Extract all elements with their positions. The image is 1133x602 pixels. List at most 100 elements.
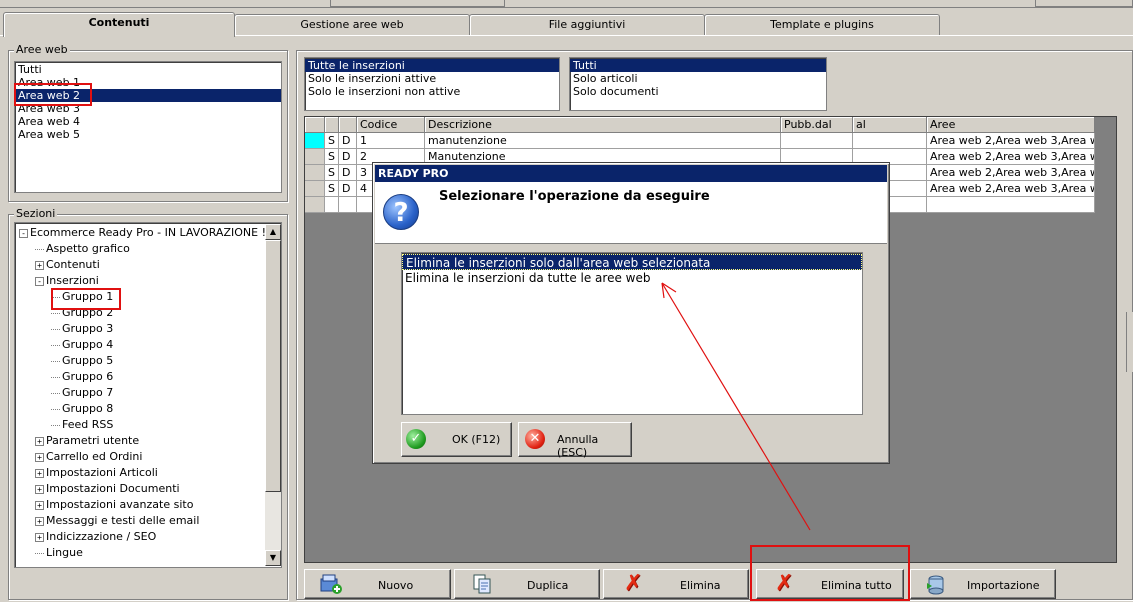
tree-node[interactable]: Lingue [35,545,83,561]
grid-cell[interactable]: D [339,133,357,149]
new-icon [319,573,343,595]
grid-cell[interactable] [927,197,1095,213]
grid-cell[interactable] [305,133,325,149]
cancel-button[interactable]: ✕ Annulla (ESC) [518,422,632,459]
importazione-button[interactable]: Importazione [910,569,1056,599]
duplica-button[interactable]: Duplica [454,569,600,599]
grid-cell[interactable]: 1 [357,133,425,149]
grid-cell[interactable]: S [325,181,339,197]
aree-web-item[interactable]: Area web 5 [15,128,281,141]
grid-cell[interactable]: S [325,149,339,165]
filter-type-item[interactable]: Solo articoli [570,72,826,85]
column-header[interactable]: Aree [927,117,1095,133]
tab-gestione-aree-web[interactable]: Gestione aree web [234,14,470,36]
expand-icon[interactable]: + [35,260,44,270]
side-splitter[interactable] [1126,312,1133,372]
tree-node[interactable]: + Messaggi e testi delle email [35,513,199,529]
collapse-icon[interactable]: - [19,228,28,238]
top-button-left[interactable] [330,0,505,7]
importazione-label: Importazione [967,579,1040,592]
grid-cell[interactable] [305,165,325,181]
filter-status-item[interactable]: Solo le inserzioni non attive [305,85,559,98]
delete-icon: ✗ [624,571,643,596]
collapse-icon[interactable]: - [35,276,44,286]
grid-cell[interactable]: Area web 2,Area web 3,Area w... [927,149,1095,165]
tree-node[interactable]: + Indicizzazione / SEO [35,529,156,545]
grid-cell[interactable]: D [339,149,357,165]
filter-status-list[interactable]: Tutte le inserzioni Solo le inserzioni a… [304,57,560,111]
tree-node[interactable]: + Contenuti [35,257,100,273]
elimina-button[interactable]: ✗ Elimina [603,569,749,599]
expand-icon[interactable]: + [35,436,44,446]
scroll-up-icon[interactable]: ▲ [265,224,281,240]
tab-contenuti[interactable]: Contenuti [3,12,235,37]
grid-cell[interactable] [781,133,853,149]
grid-cell[interactable]: Area web 2,Area web 3,Area w... [927,165,1095,181]
tree-node[interactable]: Feed RSS [51,417,113,433]
expand-icon[interactable]: + [35,468,44,478]
aree-web-list[interactable]: Tutti Area web 1 Area web 2 Area web 3 A… [14,61,282,193]
grid-cell[interactable]: S [325,165,339,181]
column-header[interactable]: Pubb.dal [781,117,853,133]
tree-node[interactable]: Gruppo 5 [51,353,113,369]
dialog-header: ? Selezionare l'operazione da eseguire [375,182,887,244]
tab-file-aggiuntivi[interactable]: File aggiuntivi [469,14,705,36]
tree-node[interactable]: Gruppo 6 [51,369,113,385]
tree-node[interactable]: + Impostazioni Articoli [35,465,158,481]
question-icon: ? [383,194,419,230]
column-header[interactable]: Codice [357,117,425,133]
grid-cell[interactable] [853,133,927,149]
filter-type-list[interactable]: Tutti Solo articoli Solo documenti [569,57,827,111]
column-header[interactable]: al [853,117,927,133]
filter-status-item[interactable]: Solo le inserzioni attive [305,72,559,85]
filter-type-item-selected[interactable]: Tutti [570,59,826,72]
top-button-right[interactable] [1035,0,1133,7]
grid-cell[interactable] [305,181,325,197]
scroll-down-icon[interactable]: ▼ [265,550,281,566]
tree-node[interactable]: Gruppo 3 [51,321,113,337]
column-header[interactable]: Descrizione [425,117,781,133]
tree-node[interactable]: + Impostazioni avanzate sito [35,497,193,513]
expand-icon[interactable]: + [35,516,44,526]
tree-node[interactable]: Gruppo 4 [51,337,113,353]
sezioni-scrollbar[interactable]: ▲ ▼ [265,224,281,566]
dialog-option[interactable]: Elimina le inserzioni da tutte le aree w… [402,270,862,286]
sezioni-tree[interactable]: - Ecommerce Ready Pro - IN LAVORAZIONE !!… [14,222,282,568]
tree-node[interactable]: + Impostazioni Documenti [35,481,180,497]
ok-button[interactable]: ✓ OK (F12) [401,422,512,457]
aree-web-item[interactable]: Tutti [15,63,281,76]
grid-cell[interactable]: S [325,133,339,149]
grid-cell[interactable]: Area web 2,Area web 3,Area w... [927,181,1095,197]
tree-node-label: Messaggi e testi delle email [46,514,200,527]
filter-status-item-selected[interactable]: Tutte le inserzioni [305,59,559,72]
grid-cell[interactable] [325,197,339,213]
column-header[interactable] [325,117,339,133]
dialog-options-list[interactable]: Elimina le inserzioni solo dall'area web… [401,252,863,415]
tree-node[interactable]: - Inserzioni [35,273,99,289]
grid-cell[interactable]: manutenzione [425,133,781,149]
aree-web-item[interactable]: Area web 4 [15,115,281,128]
grid-cell[interactable]: D [339,165,357,181]
tree-node[interactable]: Aspetto grafico [35,241,130,257]
column-header[interactable] [305,117,325,133]
tree-node[interactable]: Gruppo 8 [51,401,113,417]
grid-cell[interactable]: Area web 2,Area web 3,Area w... [927,133,1095,149]
filter-type-item[interactable]: Solo documenti [570,85,826,98]
expand-icon[interactable]: + [35,500,44,510]
tab-template-e-plugins[interactable]: Template e plugins [704,14,940,36]
grid-cell[interactable] [339,197,357,213]
tree-node[interactable]: - Ecommerce Ready Pro - IN LAVORAZIONE !! [19,225,270,241]
grid-cell[interactable]: D [339,181,357,197]
tree-node[interactable]: + Parametri utente [35,433,139,449]
expand-icon[interactable]: + [35,532,44,542]
nuovo-button[interactable]: Nuovo [304,569,451,599]
column-header[interactable] [339,117,357,133]
tree-node[interactable]: + Carrello ed Ordini [35,449,142,465]
expand-icon[interactable]: + [35,484,44,494]
tree-node[interactable]: Gruppo 7 [51,385,113,401]
dialog-option-selected[interactable]: Elimina le inserzioni solo dall'area web… [402,254,862,270]
expand-icon[interactable]: + [35,452,44,462]
grid-cell[interactable] [305,197,325,213]
grid-cell[interactable] [305,149,325,165]
scroll-thumb[interactable] [265,240,281,492]
